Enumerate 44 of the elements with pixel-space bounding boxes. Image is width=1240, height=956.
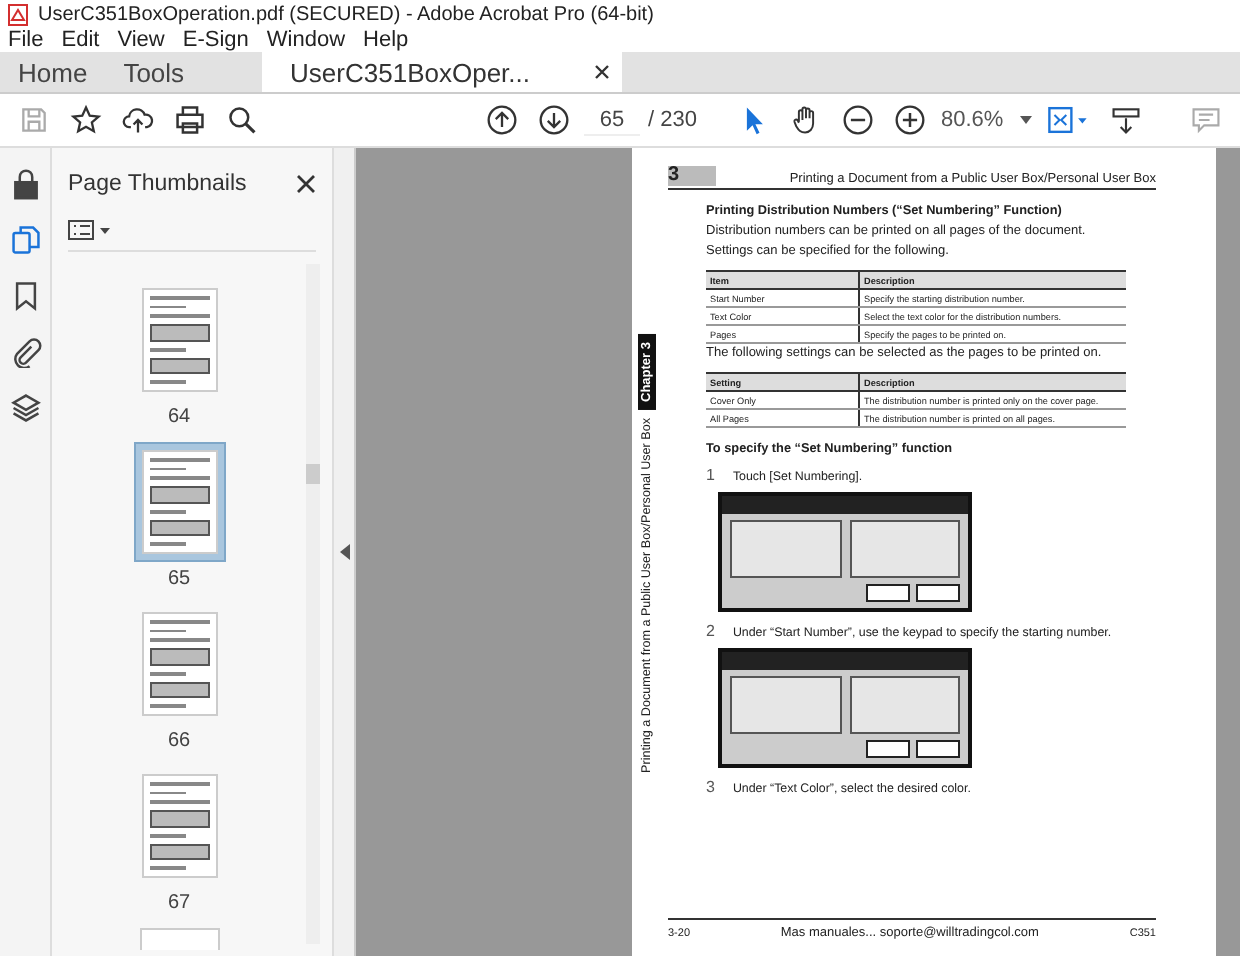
options-menu-icon[interactable] — [68, 220, 112, 240]
menu-item[interactable]: View — [117, 27, 165, 51]
pages-icon[interactable] — [9, 224, 41, 256]
close-tab-icon[interactable] — [594, 64, 611, 80]
lock-icon[interactable] — [9, 168, 41, 200]
page-number-label: 64 — [167, 406, 191, 428]
zoom-dropdown[interactable]: 80.6% — [940, 108, 1033, 132]
page-thumbnail[interactable] — [133, 442, 225, 562]
page-number-label: 67 — [167, 892, 191, 914]
print-icon[interactable] — [174, 104, 206, 136]
page-number-label: 66 — [167, 730, 191, 752]
cloud-upload-icon[interactable] — [122, 104, 154, 136]
page-total: / 230 — [648, 108, 697, 132]
collapse-panel-icon[interactable] — [339, 544, 349, 560]
close-icon[interactable] — [296, 174, 316, 194]
step-number: 2 — [706, 622, 715, 640]
search-icon[interactable] — [226, 104, 258, 136]
menu-item[interactable]: Edit — [61, 27, 100, 51]
caret-icon[interactable] — [1020, 116, 1033, 124]
menu-item[interactable]: File — [8, 27, 44, 51]
step-number: 1 — [706, 466, 715, 484]
tab[interactable]: Home — [0, 52, 106, 92]
zoom-out-icon[interactable] — [842, 104, 875, 136]
menu-item[interactable]: Help — [363, 27, 409, 51]
page-number-label: 65 — [167, 568, 191, 590]
step-number: 3 — [706, 778, 715, 796]
page-thumbnail[interactable] — [139, 928, 219, 950]
menu-item[interactable]: E-Sign — [182, 27, 249, 51]
scroll-mode-icon[interactable] — [1110, 104, 1143, 136]
chapter-number: 3 — [668, 166, 716, 186]
star-icon[interactable] — [70, 104, 102, 136]
fit-page-icon[interactable] — [1046, 104, 1091, 136]
panel-title: Page Thumbnails — [68, 172, 247, 196]
tab[interactable]: Tools — [105, 52, 203, 92]
previous-page-icon[interactable] — [486, 104, 518, 136]
window-title: UserC351BoxOperation.pdf (SECURED) - Adobe Acrobat Pro (64-bit) — [38, 3, 654, 25]
page-number-field[interactable]: 65 — [584, 105, 640, 135]
tab[interactable]: UserC351BoxOper... — [262, 52, 623, 92]
scrollbar[interactable] — [306, 264, 320, 944]
layers-icon[interactable] — [9, 392, 41, 424]
next-page-icon[interactable] — [538, 104, 570, 136]
menu-item[interactable]: Window — [266, 27, 346, 51]
zoom-in-icon[interactable] — [894, 104, 927, 136]
paperclip-icon[interactable] — [9, 336, 41, 368]
